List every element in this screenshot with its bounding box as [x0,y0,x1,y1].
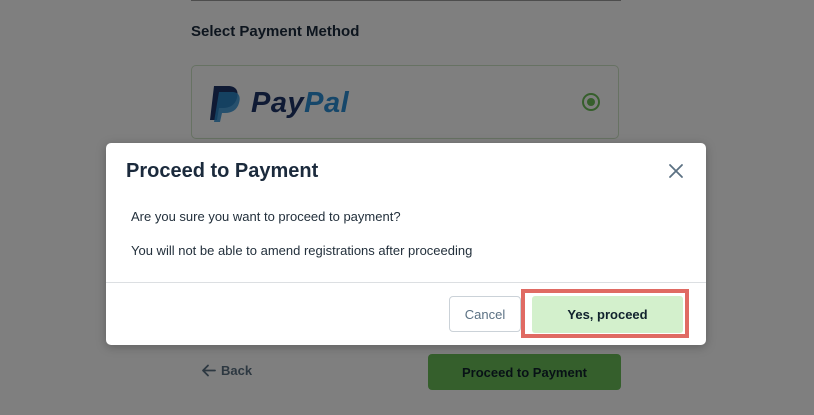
yes-proceed-button[interactable]: Yes, proceed [532,296,683,333]
dialog-question: Are you sure you want to proceed to paym… [131,209,401,224]
dialog-warning: You will not be able to amend registrati… [131,243,473,258]
close-icon[interactable] [668,163,684,179]
dialog-divider [106,282,706,283]
dialog-title: Proceed to Payment [126,160,319,182]
cancel-button[interactable]: Cancel [449,296,521,332]
proceed-dialog: Proceed to Payment Are you sure you want… [106,143,706,345]
